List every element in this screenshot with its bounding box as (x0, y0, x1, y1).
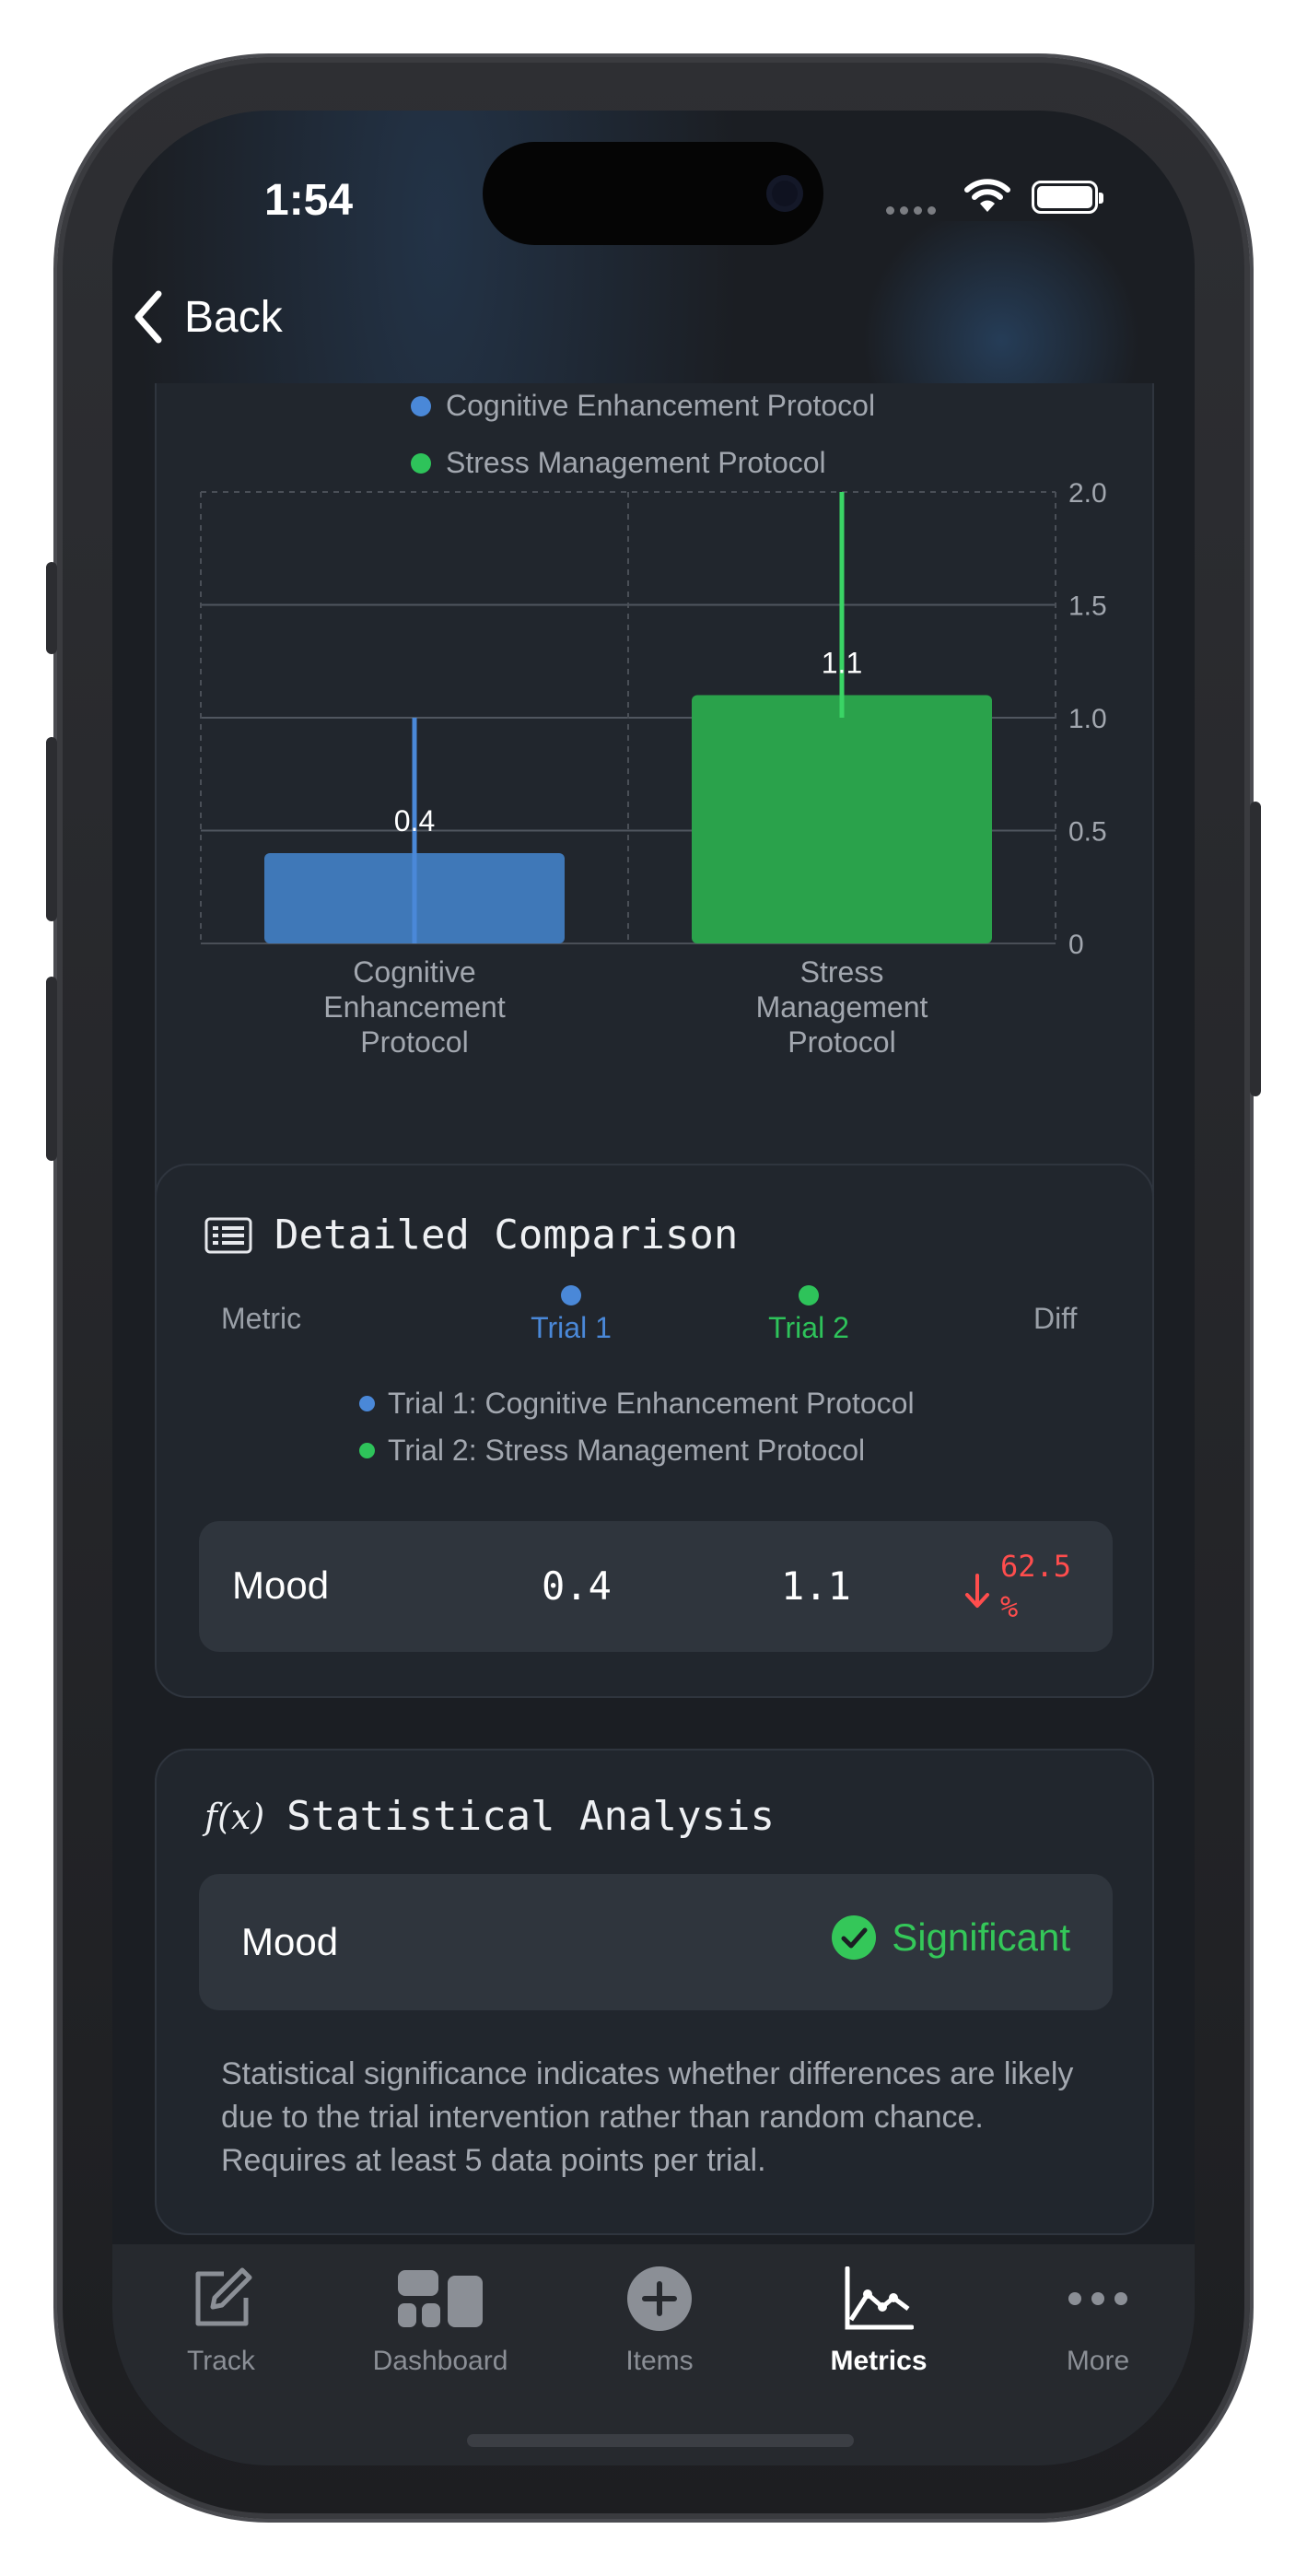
ellipsis-icon (1068, 2292, 1127, 2305)
volume-down-button (46, 977, 57, 1161)
bar-1 (692, 695, 992, 943)
significance-text: Significant (892, 1915, 1070, 1959)
tab-more[interactable]: More (1006, 2261, 1190, 2377)
statistical-analysis-card: f(x) Statistical Analysis Mood Significa… (155, 1749, 1154, 2235)
y-tick-label-4: 0 (1068, 930, 1084, 960)
tab-dashboard[interactable]: Dashboard (348, 2261, 532, 2377)
x-tick-label-1-1: Management (756, 990, 928, 1024)
data-label-1: 1.1 (822, 647, 862, 680)
stats-row-mood: Mood Significant (199, 1874, 1113, 2010)
tab-track[interactable]: Track (129, 2261, 313, 2377)
x-tick-label-1-2: Protocol (788, 1025, 895, 1059)
tab-metrics[interactable]: Metrics (787, 2261, 971, 2377)
comparison-row-mood: Mood 0.4 1.1 62.5 % (199, 1521, 1113, 1652)
action-button (46, 562, 57, 654)
x-tick-label-0-2: Protocol (360, 1025, 468, 1059)
comparison-legend-2: Trial 2: Stress Management Protocol (359, 1434, 865, 1468)
detailed-comparison-card: Detailed Comparison Metric Trial 1 Trial… (155, 1164, 1154, 1698)
legend-dot-trial2-small (359, 1443, 375, 1458)
comparison-legend-1: Trial 1: Cognitive Enhancement Protocol (359, 1387, 915, 1421)
comparison-title-text: Detailed Comparison (274, 1212, 739, 1259)
x-tick-label-1-0: Stress (800, 955, 884, 989)
row-trial2-value: 1.1 (781, 1563, 851, 1609)
stats-title: f(x) Statistical Analysis (204, 1793, 775, 1840)
row-trial1-value: 0.4 (542, 1563, 612, 1609)
edit-icon (195, 2267, 252, 2326)
volume-up-button (46, 737, 57, 921)
data-label-0: 0.4 (394, 804, 435, 837)
significance-badge: Significant (831, 1914, 1070, 1961)
tab-bar: Track Dashboard Items Metrics More (112, 2244, 1195, 2465)
bar-chart: 2.01.51.00.500.4CognitiveEnhancementProt… (200, 478, 1107, 1059)
x-tick-label-0-1: Enhancement (323, 990, 506, 1024)
stats-title-text: Statistical Analysis (286, 1793, 775, 1840)
y-tick-label-0: 2.0 (1068, 478, 1107, 509)
stats-note: Statistical significance indicates wheth… (221, 2056, 1074, 2178)
list-icon (204, 1217, 252, 1253)
row-diff-value: 62.5 (1000, 1549, 1072, 1584)
header-trial2: Trial 2 (744, 1285, 873, 1345)
y-tick-label-2: 1.0 (1068, 704, 1107, 734)
home-indicator (467, 2434, 854, 2447)
power-button (1250, 802, 1261, 1096)
row-metric: Mood (232, 1563, 330, 1607)
arrow-down-icon (965, 1574, 989, 1608)
stats-row-metric: Mood (241, 1920, 339, 1963)
y-tick-label-3: 0.5 (1068, 817, 1107, 848)
trial2-dot (799, 1285, 819, 1306)
app-screen: 1:54 Back Cognitive Enhancement Protocol… (112, 111, 1195, 2465)
tab-items[interactable]: Items (567, 2261, 752, 2377)
x-tick-label-0-0: Cognitive (353, 955, 475, 989)
header-metric: Metric (221, 1302, 302, 1335)
legend-dot-trial1-small (359, 1396, 375, 1411)
checkmark-circle-icon (832, 1915, 877, 1960)
y-tick-label-1: 1.5 (1068, 591, 1107, 622)
plus-circle-icon (627, 2266, 692, 2331)
header-diff: Diff (1033, 1302, 1078, 1335)
function-icon: f(x) (204, 1796, 265, 1837)
dashboard-icon (398, 2270, 483, 2327)
comparison-title: Detailed Comparison (204, 1212, 738, 1259)
row-diff-unit: % (1000, 1589, 1019, 1624)
line-chart-icon (845, 2266, 914, 2330)
trial1-dot (561, 1285, 581, 1306)
header-trial1: Trial 1 (507, 1285, 636, 1345)
